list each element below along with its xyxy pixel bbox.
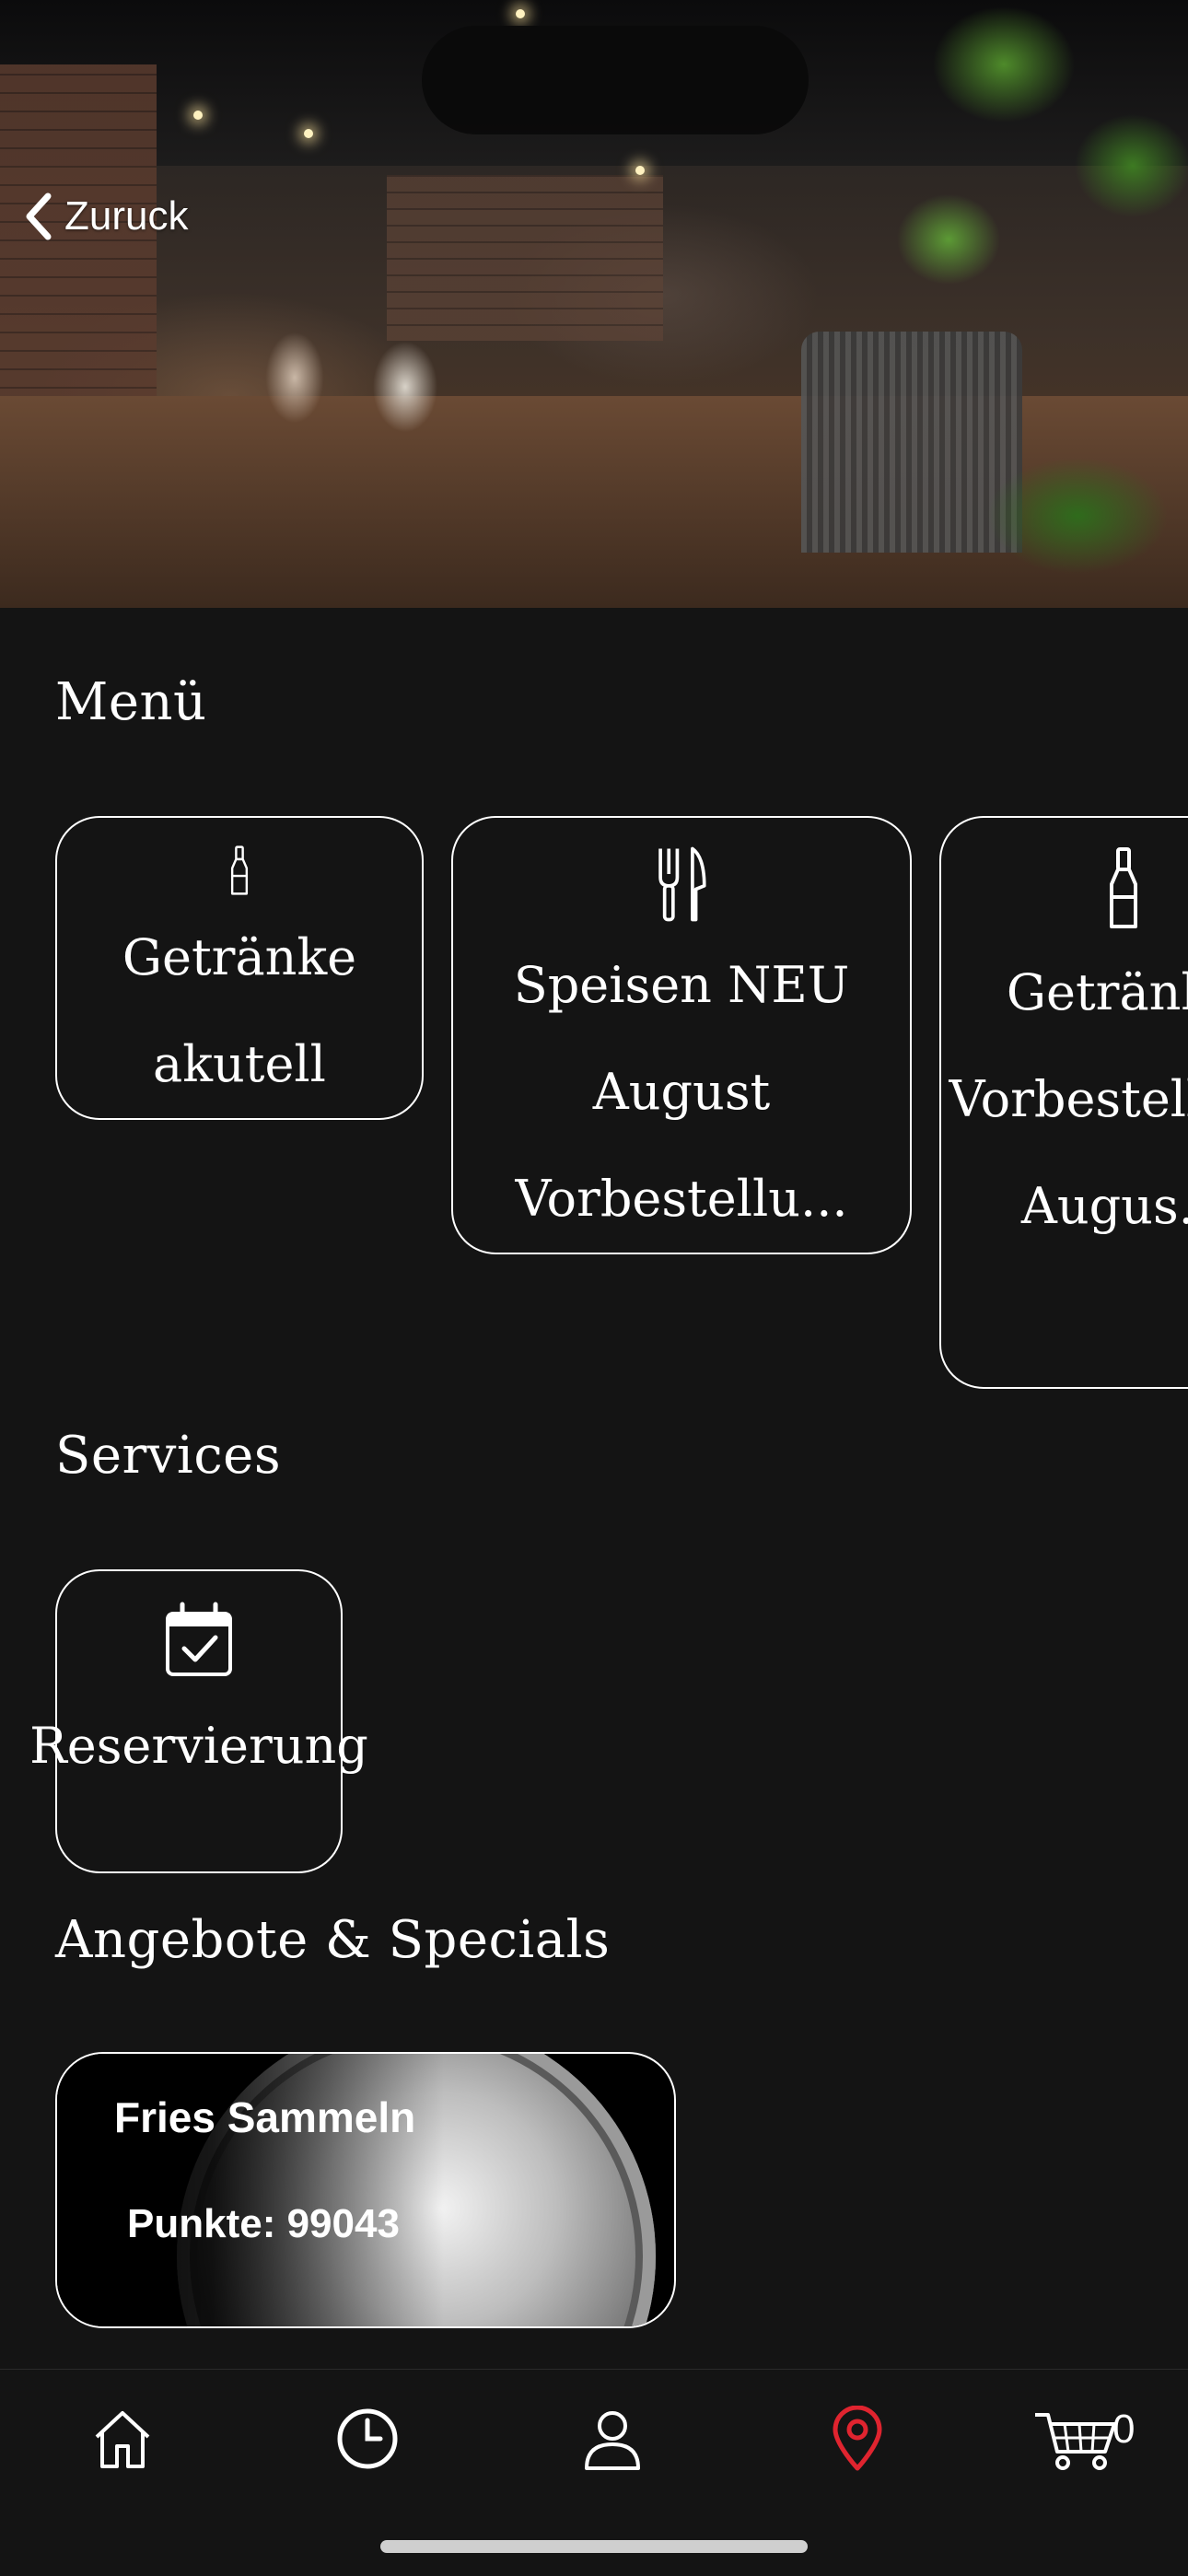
menu-card-label: Getränke Vorbestellung Augus... <box>949 963 1188 1235</box>
tab-history[interactable] <box>326 2397 409 2480</box>
menu-card-label: Speisen NEU August Vorbestellu... <box>513 956 850 1228</box>
tab-profile[interactable] <box>571 2397 654 2480</box>
tab-location[interactable] <box>816 2397 899 2480</box>
clock-icon <box>337 2408 398 2469</box>
reservation-label: Reservierung <box>29 1717 368 1775</box>
menu-card-drinks-preorder[interactable]: Getränke Vorbestellung Augus... <box>939 816 1188 1389</box>
menu-card-label: Getränke akutell <box>122 928 357 1093</box>
fork-knife-icon <box>658 846 706 922</box>
location-pin-icon <box>833 2406 882 2471</box>
bottle-icon <box>1110 847 1137 928</box>
menu-section-title: Menü <box>55 672 207 732</box>
back-button[interactable]: Zuruck <box>20 189 188 244</box>
offer-title: Fries Sammeln <box>114 2093 416 2141</box>
tab-cart[interactable] <box>1031 2397 1120 2480</box>
home-indicator[interactable] <box>380 2540 808 2553</box>
menu-card-list[interactable]: Getränke akutell Speisen NEU August Vorb… <box>0 810 1188 1400</box>
user-icon <box>585 2411 640 2470</box>
home-icon <box>95 2411 150 2468</box>
offers-section-title: Angebote & Specials <box>55 1910 611 1970</box>
services-section-title: Services <box>55 1426 282 1486</box>
hero-image <box>0 0 1188 608</box>
chevron-left-icon <box>26 192 52 240</box>
cart-count: 0 <box>1112 2407 1136 2452</box>
menu-card-drinks[interactable]: Getränke akutell <box>55 816 424 1120</box>
cart-icon <box>1035 2413 1116 2470</box>
fries-loyalty-card[interactable]: Fries Sammeln Punkte: 99043 <box>55 2052 676 2328</box>
reservation-card[interactable]: Reservierung <box>29 1569 368 1873</box>
bottle-icon <box>230 845 249 895</box>
menu-card-food[interactable]: Speisen NEU August Vorbestellu... <box>451 816 912 1254</box>
calendar-check-icon <box>166 1602 232 1676</box>
back-label: Zuruck <box>64 193 189 239</box>
tab-home[interactable] <box>81 2397 164 2480</box>
offer-points: Punkte: 99043 <box>127 2201 400 2246</box>
